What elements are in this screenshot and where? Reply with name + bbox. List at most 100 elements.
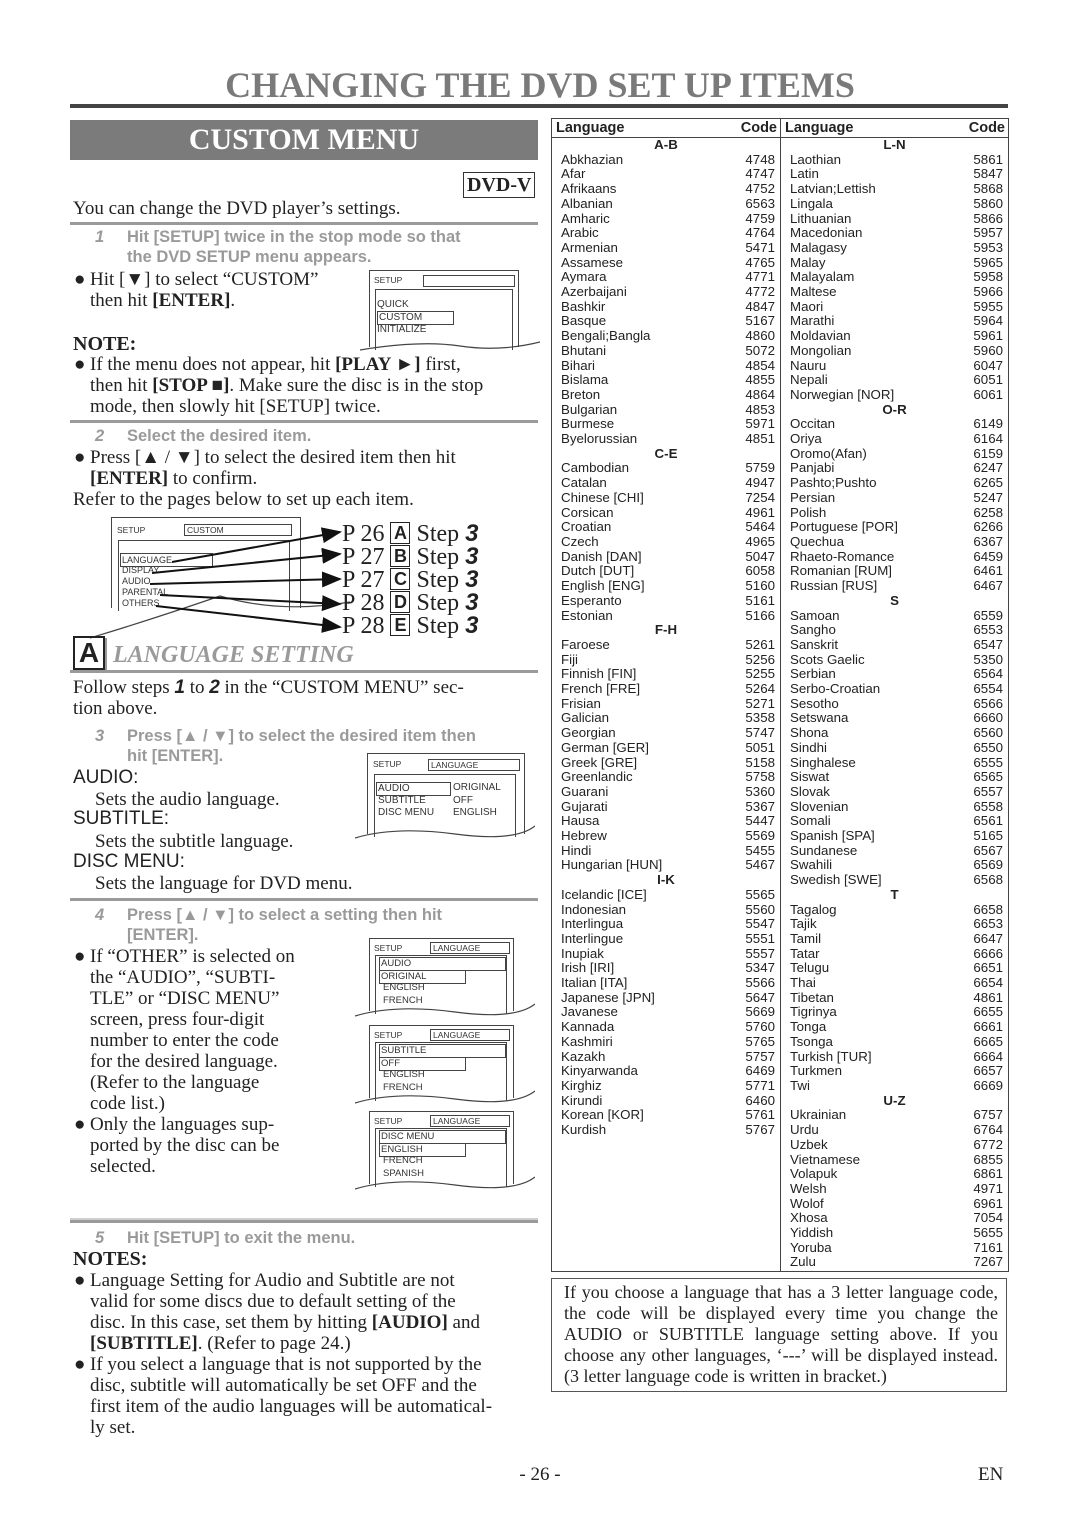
table-row: Kurdish 5767 bbox=[552, 1122, 780, 1138]
bullet-icon: ● bbox=[74, 269, 86, 290]
table-row: Malay 5965 bbox=[781, 255, 1008, 271]
language-name: Oromo(Afan) bbox=[790, 445, 867, 461]
language-name: Turkmen bbox=[790, 1063, 842, 1079]
language-name: Interlingue bbox=[561, 930, 624, 946]
table-row: Marathi 5964 bbox=[781, 314, 1008, 329]
table-row: Yoruba 7161 bbox=[781, 1240, 1008, 1256]
language-name: Afrikaans bbox=[561, 181, 617, 197]
table-row: Laothian 5861 bbox=[781, 152, 1008, 168]
enter-key-label: [ENTER] bbox=[152, 290, 231, 311]
divider bbox=[70, 420, 538, 423]
screen-torn-edge bbox=[355, 825, 535, 839]
table-row: Abkhazian 4748 bbox=[552, 151, 780, 168]
table-row: Serbo-Croatian 6554 bbox=[781, 681, 1008, 697]
step-1-bullet: ● Hit [▼] to select “CUSTOM” then hit [EN… bbox=[74, 269, 319, 311]
language-name: Latin bbox=[790, 166, 819, 182]
language-code: 6149 bbox=[973, 416, 1003, 432]
page-reference-c: P 27 C Step 3 bbox=[342, 568, 479, 593]
language-name: Irish [IRI] bbox=[561, 960, 615, 976]
table-row: Assamese 4765 bbox=[552, 254, 780, 271]
reference-letter-badge: B bbox=[390, 545, 411, 567]
table-row: English [ENG] 5160 bbox=[552, 578, 780, 594]
language-name: Amharic bbox=[561, 210, 610, 226]
language-code: 6566 bbox=[973, 695, 1003, 711]
language-code: 6058 bbox=[745, 563, 775, 579]
language-code: 5961 bbox=[973, 328, 1003, 344]
group-header: C-E bbox=[654, 445, 678, 461]
language-name: Shona bbox=[790, 725, 829, 741]
language-code: 5569 bbox=[745, 828, 775, 844]
step-text: Select the desired item. bbox=[127, 427, 312, 445]
table-row: Lingala 5860 bbox=[781, 196, 1008, 212]
screen-header-field: LANGUAGE bbox=[430, 942, 510, 954]
language-name: Spanish [SPA] bbox=[790, 828, 875, 844]
down-arrow-icon: ▼ bbox=[125, 269, 145, 290]
table-row: Indonesian 5560 bbox=[552, 901, 780, 918]
language-name: Tonga bbox=[790, 1019, 827, 1035]
bullet-line: code list.) bbox=[90, 1093, 165, 1114]
table-row: Interlingue 5551 bbox=[552, 930, 780, 947]
language-code: 6554 bbox=[973, 681, 1003, 697]
bullet-line: ● If “OTHER” is selected on bbox=[74, 946, 295, 967]
bullet-icon: ● bbox=[74, 1270, 86, 1291]
language-code: 5161 bbox=[745, 592, 775, 608]
screen-header-field: LANGUAGE bbox=[428, 759, 520, 771]
language-name: Croatian bbox=[561, 519, 612, 535]
divider bbox=[70, 670, 538, 673]
language-code: 5560 bbox=[745, 901, 775, 917]
step-2-heading: 2 Select the desired item. bbox=[95, 426, 311, 446]
language-name: Marathi bbox=[790, 313, 835, 329]
language-code: 5669 bbox=[745, 1004, 775, 1020]
table-row: Faroese 5261 bbox=[552, 637, 780, 653]
language-name: Maori bbox=[790, 298, 824, 314]
table-row: Yiddish 5655 bbox=[781, 1225, 1008, 1241]
audio-desc: Sets the audio language. bbox=[95, 789, 280, 810]
language-code: 5547 bbox=[745, 916, 775, 932]
language-name: Sundanese bbox=[790, 842, 858, 858]
header-language: Language bbox=[556, 120, 625, 136]
language-code: 6560 bbox=[973, 725, 1003, 741]
language-code: 6460 bbox=[745, 1092, 775, 1108]
bullet-line: for the desired language. bbox=[90, 1051, 278, 1072]
table-header: Language Code bbox=[552, 119, 780, 138]
language-code: 6666 bbox=[973, 945, 1003, 961]
stop-key-label: [STOP ■] bbox=[152, 375, 230, 396]
language-code: 6247 bbox=[973, 460, 1003, 476]
table-row: Nauru 6047 bbox=[781, 358, 1008, 374]
language-name: Siswat bbox=[790, 769, 830, 785]
language-code: 6258 bbox=[973, 504, 1003, 520]
language-code: 5158 bbox=[745, 754, 775, 770]
table-row: Samoan 6559 bbox=[781, 607, 1008, 624]
language-name: Yiddish bbox=[790, 1225, 834, 1241]
table-row: Hebrew 5569 bbox=[552, 828, 780, 844]
language-code: 6469 bbox=[745, 1063, 775, 1079]
language-code: 6559 bbox=[973, 607, 1003, 623]
reference-letter-badge: E bbox=[390, 614, 411, 636]
table-row: Kazakh 5757 bbox=[552, 1049, 780, 1065]
language-name: Hausa bbox=[561, 813, 600, 829]
table-row: Italian [ITA] 5566 bbox=[552, 975, 780, 991]
section-letter-badge: A bbox=[73, 636, 105, 670]
table-row: Kannada 5760 bbox=[552, 1019, 780, 1035]
language-name: Armenian bbox=[561, 239, 618, 255]
language-name: Assamese bbox=[561, 254, 624, 270]
language-name: Abkhazian bbox=[561, 151, 624, 167]
language-name: Zulu bbox=[790, 1254, 816, 1270]
language-name: Scots Gaelic bbox=[790, 651, 865, 667]
language-code: 5551 bbox=[745, 930, 775, 946]
table-row: Catalan 4947 bbox=[552, 475, 780, 491]
table-row: Somali 6561 bbox=[781, 814, 1008, 829]
screen-title: DISC MENU bbox=[379, 1130, 506, 1144]
table-row: Chinese [CHI] 7254 bbox=[552, 490, 780, 506]
language-name: Swahili bbox=[790, 857, 833, 873]
language-name: French [FRE] bbox=[561, 681, 641, 697]
language-code: 5358 bbox=[745, 710, 775, 726]
screen-option: ENGLISH bbox=[383, 1069, 425, 1080]
table-row: Zulu 7267 bbox=[781, 1255, 1008, 1270]
screen-header-field: LANGUAGE bbox=[430, 1115, 510, 1127]
language-name: Azerbaijani bbox=[561, 284, 627, 300]
bullet-icon: ● bbox=[74, 946, 86, 967]
language-name: Slovak bbox=[790, 783, 830, 799]
language-code: 4961 bbox=[745, 504, 775, 520]
table-row: Bhutani 5072 bbox=[552, 343, 780, 359]
